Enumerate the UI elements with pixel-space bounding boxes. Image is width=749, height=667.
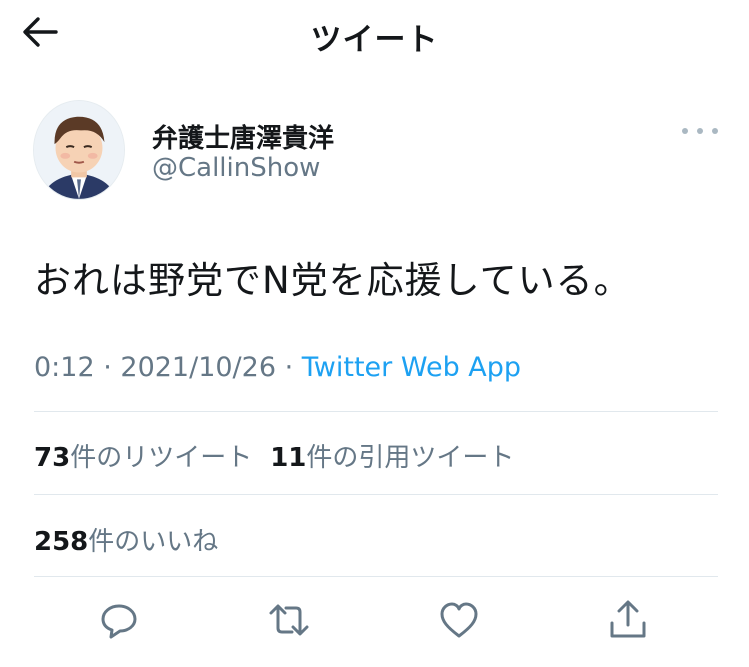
more-dots-icon — [697, 128, 703, 134]
meta-separator: · — [94, 352, 121, 383]
likes-label: 件のいいね — [88, 527, 219, 557]
meta-separator: · — [276, 352, 302, 383]
share-icon — [610, 600, 646, 638]
divider — [34, 576, 718, 577]
author-name[interactable]: 弁護士唐澤貴洋 — [152, 118, 334, 155]
tweet-time: 0:12 — [34, 352, 95, 383]
likes-stats: 258件のいいね — [34, 521, 218, 558]
more-dots-icon — [712, 128, 718, 134]
likes-stat[interactable]: 258件のいいね — [34, 527, 218, 557]
retweet-icon — [269, 604, 309, 636]
retweets-stat[interactable]: 73件のリツイート — [34, 443, 252, 473]
reply-button[interactable] — [97, 598, 141, 642]
quotes-count: 11 — [270, 443, 307, 473]
retweet-stats: 73件のリツイート 11件の引用ツイート — [34, 437, 514, 474]
more-dots-icon — [682, 128, 688, 134]
more-options-button[interactable] — [682, 119, 718, 143]
retweets-label: 件のリツイート — [70, 443, 253, 473]
quotes-stat[interactable]: 11件の引用ツイート — [270, 443, 514, 473]
likes-count: 258 — [34, 527, 89, 557]
quotes-label: 件の引用ツイート — [306, 443, 515, 473]
author-handle[interactable]: @CallinShow — [152, 153, 320, 183]
share-button[interactable] — [606, 598, 650, 642]
retweet-button[interactable] — [267, 598, 311, 642]
page-title: ツイート — [310, 22, 439, 58]
tweet-source-link[interactable]: Twitter Web App — [302, 352, 521, 383]
tweet-text: おれは野党でN党を応援している。 — [34, 259, 632, 302]
tweet-detail-screen: ツイート 弁護士唐澤貴洋 @CallinShow おれは野党でN党を応援している… — [0, 0, 749, 667]
divider — [34, 494, 718, 495]
tweet-date: 2021/10/26 — [120, 352, 277, 383]
retweets-count: 73 — [34, 443, 71, 473]
tweet-meta: 0:12 · 2021/10/26 · Twitter Web App — [34, 352, 521, 383]
top-bar: ツイート — [0, 0, 749, 66]
like-button[interactable] — [437, 598, 481, 642]
divider — [34, 411, 718, 412]
avatar-illustration — [34, 101, 124, 199]
like-icon — [440, 602, 478, 638]
reply-icon — [101, 604, 137, 639]
avatar[interactable] — [33, 100, 125, 200]
